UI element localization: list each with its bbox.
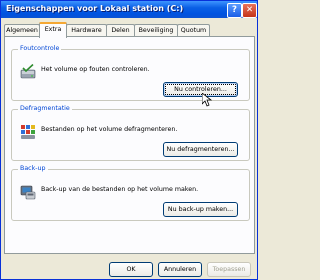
tab-hardware[interactable]: Hardware bbox=[66, 24, 107, 36]
group-foutcontrole: Foutcontrole Het volume op fouten contro… bbox=[11, 45, 250, 101]
defrag-icon bbox=[21, 125, 35, 139]
tab-algemeen[interactable]: Algemeen bbox=[4, 24, 40, 36]
group-backup: Back-up Back-up van de bestanden op het … bbox=[11, 165, 250, 221]
window-title: Eigenschappen voor Lokaal station (C:) bbox=[6, 4, 184, 13]
tab-extra[interactable]: Extra bbox=[39, 22, 67, 38]
title-bar[interactable]: Eigenschappen voor Lokaal station (C:) ?… bbox=[1, 1, 257, 18]
tab-beveiliging[interactable]: Beveiliging bbox=[134, 24, 178, 36]
mouse-cursor-icon bbox=[202, 93, 212, 107]
backup-description: Back-up van de bestanden op het volume m… bbox=[41, 186, 199, 193]
backup-now-button[interactable]: Nu back-up maken... bbox=[163, 202, 238, 217]
tab-delen[interactable]: Delen bbox=[106, 24, 135, 36]
close-button[interactable]: ✕ bbox=[242, 3, 257, 18]
cancel-button[interactable]: Annuleren bbox=[158, 262, 202, 277]
foutcontrole-description: Het volume op fouten controleren. bbox=[41, 66, 150, 73]
group-defragmentatie: Defragmentatie Bestanden op het volume d… bbox=[11, 105, 250, 161]
tab-quotum[interactable]: Quotum bbox=[177, 24, 210, 36]
ok-button[interactable]: OK bbox=[109, 262, 153, 277]
properties-dialog: Eigenschappen voor Lokaal station (C:) ?… bbox=[0, 0, 258, 280]
tab-panel-extra: Foutcontrole Het volume op fouten contro… bbox=[4, 36, 255, 254]
defragment-now-button[interactable]: Nu defragmenteren... bbox=[163, 142, 238, 157]
apply-button[interactable]: Toepassen bbox=[207, 262, 251, 277]
backup-icon bbox=[20, 185, 36, 200]
check-now-button[interactable]: Nu controleren... bbox=[163, 82, 238, 97]
group-label-defragmentatie: Defragmentatie bbox=[18, 105, 72, 112]
group-label-foutcontrole: Foutcontrole bbox=[18, 45, 62, 52]
group-label-backup: Back-up bbox=[18, 165, 48, 172]
defragmentatie-description: Bestanden op het volume defragmenteren. bbox=[41, 126, 178, 133]
help-button[interactable]: ? bbox=[227, 3, 242, 18]
check-disk-icon bbox=[20, 64, 36, 79]
